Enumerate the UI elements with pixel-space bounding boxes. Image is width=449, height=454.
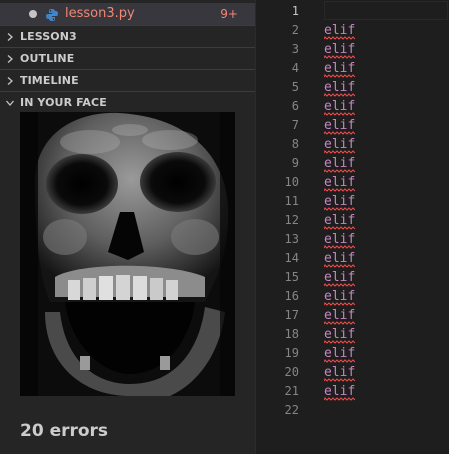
code-line[interactable]: 4 elif — [257, 59, 449, 78]
line-number: 21 — [284, 384, 299, 398]
code-line[interactable]: 16 elif — [257, 287, 449, 306]
section-lesson3[interactable]: LESSON3 — [0, 25, 255, 47]
chevron-right-icon — [7, 77, 13, 85]
chevron-down-icon — [6, 100, 14, 106]
code-line[interactable]: 1 — [257, 2, 449, 21]
explorer-sidebar: lesson3.py 9+ LESSON3 OUTLINE TIMELINE I… — [0, 0, 256, 454]
code-line[interactable]: 3 elif — [257, 40, 449, 59]
section-timeline[interactable]: TIMELINE — [0, 69, 255, 91]
code-line[interactable]: 10 elif — [257, 173, 449, 192]
line-number: 9 — [291, 156, 299, 170]
section-label: IN YOUR FACE — [20, 96, 107, 109]
code-line[interactable]: 20 elif — [257, 363, 449, 382]
file-name: lesson3.py — [65, 6, 135, 21]
section-label: LESSON3 — [20, 30, 77, 43]
line-number: 13 — [284, 232, 299, 246]
code-editor[interactable]: 1 2 elif 3 elif 4 elif 5 elif 6 elif 7 elif 8 elif 9 eli… — [257, 0, 449, 454]
line-number: 12 — [284, 213, 299, 227]
line-number: 6 — [291, 99, 299, 113]
code-line[interactable]: 5 elif — [257, 78, 449, 97]
code-line[interactable]: 15 elif — [257, 268, 449, 287]
section-outline[interactable]: OUTLINE — [0, 47, 255, 69]
code-line[interactable]: 8 elif — [257, 135, 449, 154]
line-number: 10 — [284, 175, 299, 189]
error-count-text: 20 errors — [20, 421, 109, 441]
code-line[interactable]: 12 elif — [257, 211, 449, 230]
section-label: TIMELINE — [20, 74, 79, 87]
line-number: 19 — [284, 346, 299, 360]
line-number: 15 — [284, 270, 299, 284]
line-number: 20 — [284, 365, 299, 379]
line-number: 5 — [291, 80, 299, 94]
code-line[interactable]: 18 elif — [257, 325, 449, 344]
section-label: OUTLINE — [20, 52, 75, 65]
line-number: 3 — [291, 42, 299, 56]
code-line[interactable]: 7 elif — [257, 116, 449, 135]
code-line[interactable]: 6 elif — [257, 97, 449, 116]
code-line[interactable]: 2 elif — [257, 21, 449, 40]
line-number: 22 — [284, 403, 299, 417]
python-file-icon — [45, 7, 59, 21]
code-line[interactable]: 9 elif — [257, 154, 449, 173]
open-editor-file-item[interactable]: lesson3.py 9+ — [0, 3, 255, 25]
line-number: 1 — [291, 4, 299, 18]
code-line[interactable]: 11 elif — [257, 192, 449, 211]
problem-count-badge: 9+ — [220, 7, 238, 21]
line-number: 8 — [291, 137, 299, 151]
screaming-skull-image — [20, 112, 235, 396]
line-number: 18 — [284, 327, 299, 341]
code-line[interactable]: 22 — [257, 401, 449, 420]
line-number: 4 — [291, 61, 299, 75]
unsaved-dot-icon[interactable] — [29, 10, 37, 18]
line-number: 14 — [284, 251, 299, 265]
line-number: 16 — [284, 289, 299, 303]
chevron-right-icon — [7, 33, 13, 41]
section-in-your-face[interactable]: IN YOUR FACE — [0, 91, 255, 113]
code-line[interactable]: 21 elif — [257, 382, 449, 401]
line-number: 7 — [291, 118, 299, 132]
code-line[interactable]: 19 elif — [257, 344, 449, 363]
code-line[interactable]: 14 elif — [257, 249, 449, 268]
code-line[interactable]: 17 elif — [257, 306, 449, 325]
line-number: 2 — [291, 23, 299, 37]
code-line[interactable]: 13 elif — [257, 230, 449, 249]
chevron-right-icon — [7, 55, 13, 63]
line-number: 11 — [284, 194, 299, 208]
line-number: 17 — [284, 308, 299, 322]
